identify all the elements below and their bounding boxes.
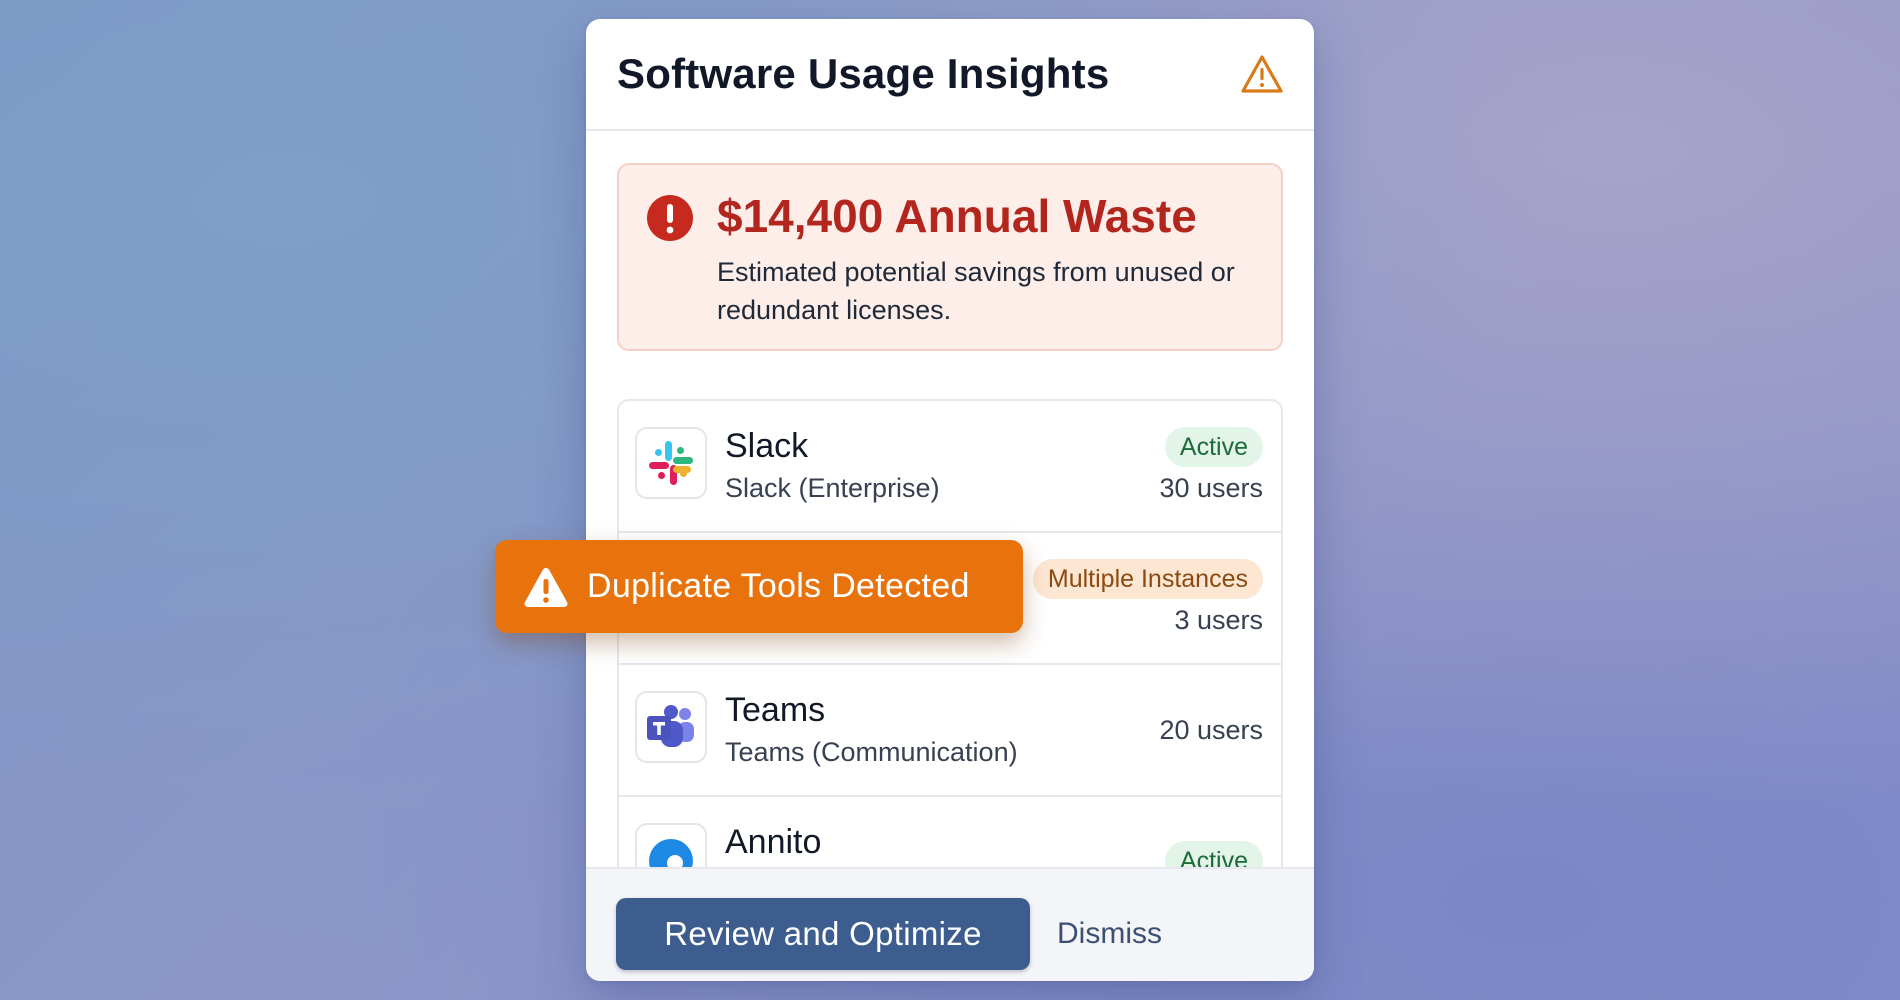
card-title: Software Usage Insights: [617, 50, 1110, 97]
warning-triangle-icon: [523, 566, 569, 608]
dismiss-link[interactable]: Dismiss: [1057, 917, 1162, 951]
error-circle-icon: [646, 194, 694, 242]
app-subtitle: Slack (Enterprise): [725, 473, 940, 503]
status-badge-active: Active: [1164, 841, 1263, 869]
user-count: 20 users: [1159, 715, 1263, 745]
waste-description: Estimated potential savings from unused …: [717, 257, 1235, 325]
app-name: Annito: [725, 823, 822, 861]
user-count: 30 users: [1159, 473, 1263, 503]
app-name: Teams: [725, 691, 826, 729]
status-badge-multiple-instances: Multiple Instances: [1032, 559, 1263, 599]
app-subtitle: Teams (Communication): [725, 737, 1018, 767]
user-count: 3 users: [1174, 605, 1263, 635]
toast-message: Duplicate Tools Detected: [587, 567, 970, 605]
waste-amount: $14,400 Annual Waste: [717, 190, 1197, 242]
annual-waste-alert: $14,400 Annual Waste Estimated potential…: [617, 163, 1283, 351]
annito-logo-icon: [635, 823, 707, 869]
app-list: Slack Slack (Enterprise) Active 30 users…: [617, 399, 1283, 869]
status-badge-active: Active: [1164, 427, 1263, 467]
teams-logo-icon: [635, 691, 707, 763]
duplicate-tools-toast[interactable]: Duplicate Tools Detected: [495, 540, 1023, 633]
app-name: Slack: [725, 427, 809, 465]
review-and-optimize-button[interactable]: Review and Optimize: [616, 898, 1030, 970]
app-row-slack[interactable]: Slack Slack (Enterprise) Active 30 users: [619, 401, 1281, 533]
warning-triangle-icon[interactable]: [1240, 52, 1284, 96]
card-footer: Review and Optimize Dismiss: [586, 867, 1314, 981]
insights-card: Software Usage Insights $14,400 Annual W…: [586, 19, 1314, 981]
slack-logo-icon: [635, 427, 707, 499]
app-row-teams[interactable]: Teams Teams (Communication) 20 users: [619, 665, 1281, 797]
card-header: Software Usage Insights: [586, 19, 1314, 131]
app-row-annito[interactable]: Annito Active: [619, 797, 1281, 869]
